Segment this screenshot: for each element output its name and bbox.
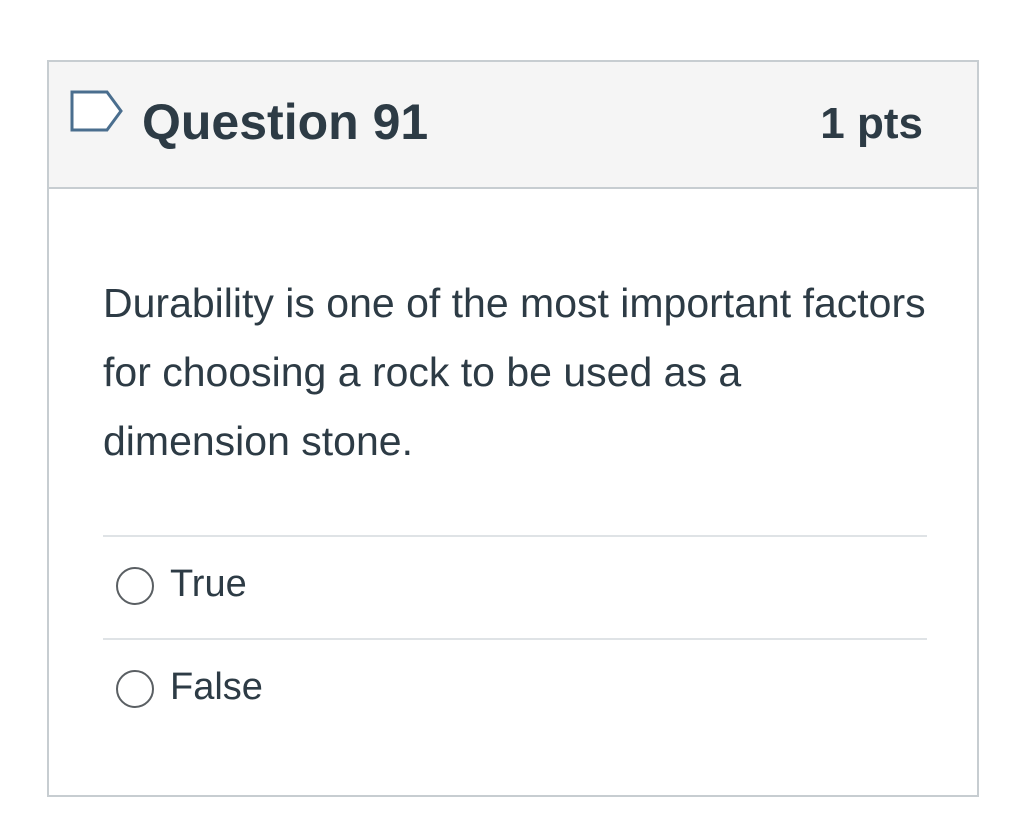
flag-outline-icon[interactable] [69, 89, 125, 133]
answer-label-true[interactable]: True [170, 559, 247, 609]
question-card: Question 91 1 pts Durability is one of t… [47, 60, 979, 797]
radio-button-true[interactable] [116, 567, 154, 605]
question-text: Durability is one of the most important … [103, 280, 926, 464]
answer-label-false[interactable]: False [170, 662, 263, 712]
answer-option-true[interactable]: True [103, 535, 927, 638]
answer-option-false[interactable]: False [103, 638, 927, 741]
radio-button-false[interactable] [116, 670, 154, 708]
question-points: 1 pts [820, 99, 923, 148]
question-header: Question 91 1 pts [49, 62, 977, 189]
answer-list: True False [103, 535, 927, 741]
question-title: Question 91 [142, 94, 429, 150]
